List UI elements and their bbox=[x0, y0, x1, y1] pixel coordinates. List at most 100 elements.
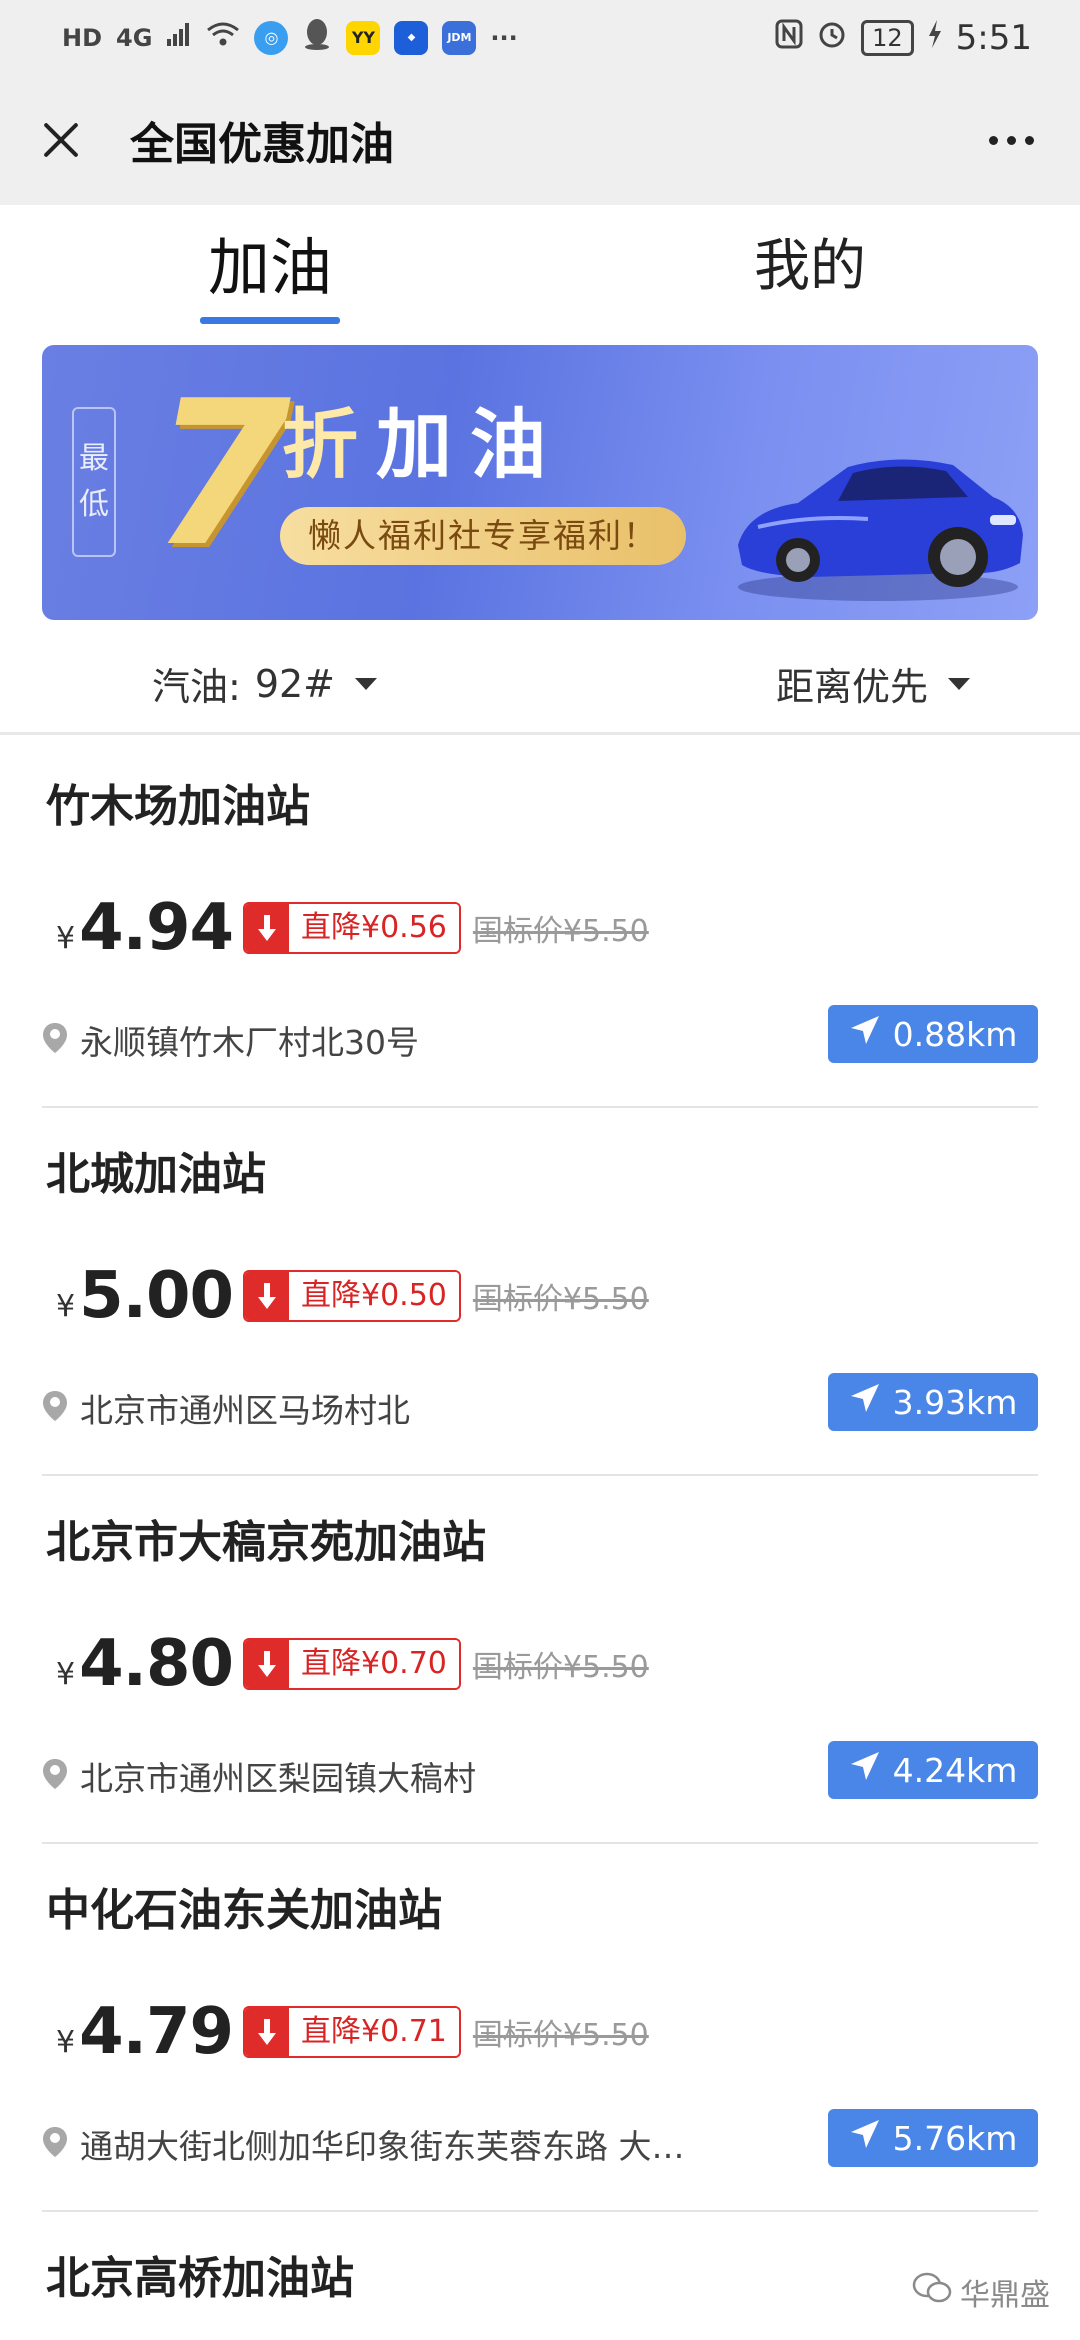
banner-tag-char: 最 bbox=[79, 441, 109, 476]
qq-icon bbox=[302, 17, 332, 58]
charging-icon bbox=[928, 20, 942, 55]
discount-badge: 直降¥0.50 bbox=[243, 1270, 461, 1322]
hd-indicator: HD bbox=[62, 23, 103, 52]
jdm-app-icon: JDM bbox=[442, 20, 477, 55]
station-name: 北京高桥加油站 bbox=[46, 2253, 354, 2304]
tab-mine[interactable]: 我的 bbox=[540, 205, 1080, 335]
car-app-icon: ◆ bbox=[394, 20, 429, 55]
discount-text: 直降¥0.71 bbox=[289, 2008, 459, 2056]
fuel-type-dropdown[interactable]: 汽油: 92# bbox=[152, 656, 378, 711]
address-row: 永顺镇竹木厂村北30号 bbox=[42, 1015, 702, 1065]
station-item[interactable]: 竹木场加油站 ¥ 4.94 直降¥0.56 国标价¥5.50 永顺镇竹木厂村北3… bbox=[42, 740, 1038, 1108]
station-address: 永顺镇竹木厂村北30号 bbox=[80, 1023, 419, 1062]
arrow-down-icon bbox=[245, 1640, 289, 1688]
currency-symbol: ¥ bbox=[56, 1657, 76, 1692]
navigate-button[interactable]: 4.24km bbox=[828, 1741, 1038, 1799]
station-name: 北京市大稿京苑加油站 bbox=[46, 1517, 486, 1568]
more-options-button[interactable] bbox=[979, 126, 1044, 155]
sort-dropdown[interactable]: 距离优先 bbox=[776, 656, 970, 711]
navigate-button[interactable]: 5.76km bbox=[828, 2109, 1038, 2167]
station-address: 通胡大街北侧加华印象街东芙蓉东路 大顺... bbox=[80, 2127, 702, 2166]
navigation-arrow-icon bbox=[849, 2118, 881, 2158]
tab-label: 加油 bbox=[207, 230, 332, 304]
network-indicator: 4G bbox=[116, 23, 153, 52]
station-item[interactable]: 北京高桥加油站 bbox=[42, 2212, 1038, 2332]
banner-headline: 折加油 bbox=[282, 383, 564, 493]
battery-level: 12 bbox=[861, 19, 914, 56]
price-row: ¥ 5.00 直降¥0.50 国标价¥5.50 bbox=[56, 1258, 649, 1334]
location-pin-icon bbox=[42, 1758, 68, 1794]
discount-text: 直降¥0.50 bbox=[289, 1272, 459, 1320]
standard-price: 国标价¥5.50 bbox=[472, 914, 649, 949]
banner-headline-text: 加油 bbox=[376, 400, 564, 489]
station-distance: 3.93km bbox=[892, 1382, 1018, 1422]
location-pin-icon bbox=[42, 1022, 68, 1058]
station-price: 4.94 bbox=[79, 891, 234, 965]
station-name: 北城加油站 bbox=[46, 1149, 266, 1200]
caret-down-icon bbox=[948, 677, 970, 690]
station-name: 竹木场加油站 bbox=[46, 781, 310, 832]
banner-discount-number: 7 bbox=[152, 358, 292, 591]
station-item[interactable]: 北京市大稿京苑加油站 ¥ 4.80 直降¥0.70 国标价¥5.50 北京市通州… bbox=[42, 1476, 1038, 1844]
station-price: 5.00 bbox=[79, 1259, 234, 1333]
close-button[interactable] bbox=[36, 115, 86, 165]
dot-icon bbox=[1025, 135, 1034, 145]
navigate-button[interactable]: 3.93km bbox=[828, 1373, 1038, 1431]
dot-icon bbox=[1007, 135, 1016, 145]
standard-price: 国标价¥5.50 bbox=[472, 1282, 649, 1317]
address-row: 通胡大街北侧加华印象街东芙蓉东路 大顺... bbox=[42, 2119, 702, 2169]
wechat-icon bbox=[912, 2271, 952, 2313]
discount-badge: 直降¥0.70 bbox=[243, 1638, 461, 1690]
standard-price: 国标价¥5.50 bbox=[472, 2018, 649, 2053]
station-distance: 4.24km bbox=[892, 1750, 1018, 1790]
price-row: ¥ 4.79 直降¥0.71 国标价¥5.50 bbox=[56, 1994, 649, 2070]
station-name: 中化石油东关加油站 bbox=[46, 1885, 442, 1936]
banner-subtitle: 懒人福利社专享福利！ bbox=[280, 507, 686, 565]
currency-symbol: ¥ bbox=[56, 1289, 76, 1324]
filter-bar: 汽油: 92# 距离优先 bbox=[0, 635, 1080, 735]
yy-app-icon: YY bbox=[346, 20, 381, 55]
dot-icon bbox=[989, 135, 998, 145]
navigation-arrow-icon bbox=[849, 1750, 881, 1790]
arrow-down-icon bbox=[245, 2008, 289, 2056]
fuel-label: 汽油: bbox=[152, 665, 241, 709]
station-item[interactable]: 中化石油东关加油站 ¥ 4.79 直降¥0.71 国标价¥5.50 通胡大街北侧… bbox=[42, 1844, 1038, 2212]
currency-symbol: ¥ bbox=[56, 2025, 76, 2060]
navigate-button[interactable]: 0.88km bbox=[828, 1005, 1038, 1063]
station-item[interactable]: 北城加油站 ¥ 5.00 直降¥0.50 国标价¥5.50 北京市通州区马场村北… bbox=[42, 1108, 1038, 1476]
station-distance: 5.76km bbox=[892, 2118, 1018, 2158]
tab-bar: 加油 我的 bbox=[0, 205, 1080, 335]
tab-refuel[interactable]: 加油 bbox=[0, 205, 540, 335]
browser-app-icon: ◎ bbox=[254, 20, 289, 55]
alarm-icon bbox=[817, 19, 847, 56]
location-pin-icon bbox=[42, 2126, 68, 2162]
more-notifications: ··· bbox=[490, 23, 518, 52]
watermark-text: 华鼎盛 bbox=[960, 2278, 1050, 2313]
title-bar: 全国优惠加油 bbox=[0, 75, 1080, 205]
arrow-down-icon bbox=[245, 904, 289, 952]
wifi-icon bbox=[206, 21, 240, 54]
discount-badge: 直降¥0.56 bbox=[243, 902, 461, 954]
tab-label: 我的 bbox=[754, 234, 866, 299]
sort-label: 距离优先 bbox=[775, 665, 928, 709]
station-price: 4.80 bbox=[79, 1627, 234, 1701]
station-distance: 0.88km bbox=[892, 1014, 1018, 1054]
signal-icon bbox=[166, 21, 192, 54]
discount-text: 直降¥0.56 bbox=[289, 904, 459, 952]
banner-tag: 最 低 bbox=[72, 407, 116, 557]
station-address: 北京市通州区马场村北 bbox=[80, 1391, 410, 1430]
promo-banner[interactable]: 最 低 7 折加油 懒人福利社专享福利！ bbox=[42, 345, 1038, 620]
banner-zhe: 折 bbox=[282, 400, 376, 489]
discount-text: 直降¥0.70 bbox=[289, 1640, 459, 1688]
page-title: 全国优惠加油 bbox=[130, 119, 394, 170]
caret-down-icon bbox=[355, 677, 378, 690]
fuel-value: 92# bbox=[254, 661, 336, 706]
nfc-icon bbox=[775, 19, 803, 56]
address-row: 北京市通州区马场村北 bbox=[42, 1383, 702, 1433]
address-row: 北京市通州区梨园镇大稿村 bbox=[42, 1751, 702, 1801]
watermark: 华鼎盛 bbox=[912, 2270, 1050, 2314]
navigation-arrow-icon bbox=[849, 1014, 881, 1054]
discount-badge: 直降¥0.71 bbox=[243, 2006, 461, 2058]
status-bar: HD 4G ◎ YY ◆ JDM ··· 12 5:51 bbox=[0, 0, 1080, 75]
location-pin-icon bbox=[42, 1390, 68, 1426]
